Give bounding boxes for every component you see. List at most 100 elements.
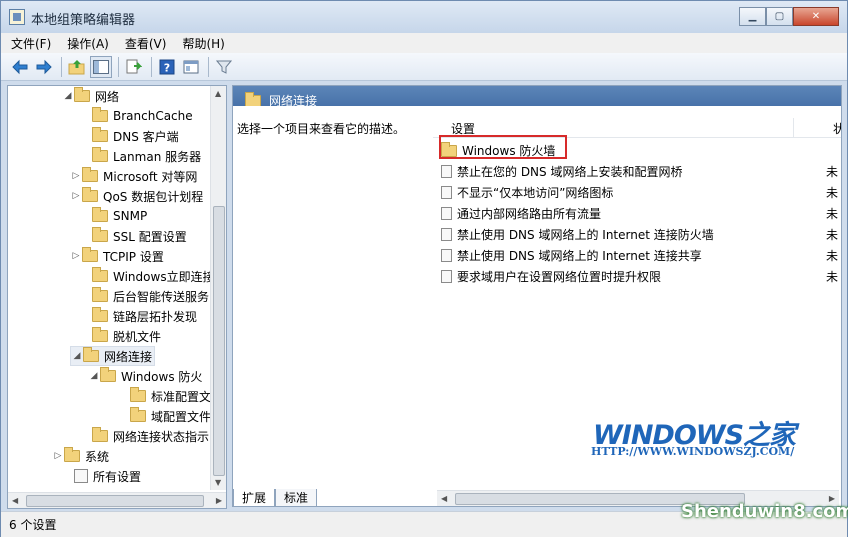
list-item[interactable]: 禁止使用 DNS 域网络上的 Internet 连接防火墙 未 bbox=[441, 224, 841, 245]
tree-item[interactable]: ▷ 系统 bbox=[52, 446, 109, 466]
up-folder-button[interactable] bbox=[66, 56, 88, 78]
minimize-icon: ▁ bbox=[748, 11, 757, 22]
navigation-tree[interactable]: ◢ 网络 BranchCache DNS 客户端 Lanman 服务器 ▷ Microsof… bbox=[7, 85, 227, 509]
tree-item[interactable]: ◢ 网络 bbox=[62, 86, 119, 106]
toolbar-separator bbox=[61, 56, 62, 77]
scroll-down-icon[interactable]: ▼ bbox=[215, 478, 221, 487]
watermark-url: HTTP://WWW.WINDOWSZJ.COM/ bbox=[591, 445, 795, 458]
tree-item[interactable]: ▷ QoS 数据包计划程 bbox=[70, 186, 203, 206]
policy-setting-icon bbox=[441, 207, 452, 220]
export-button[interactable] bbox=[123, 56, 145, 78]
tree-item[interactable]: BranchCache bbox=[80, 106, 193, 126]
list-item[interactable]: 不显示“仅本地访问”网络图标 未 bbox=[441, 182, 841, 203]
window-controls: ▁ ▢ ✕ bbox=[739, 7, 839, 26]
tree-item-label: Windows 防火 bbox=[121, 369, 203, 384]
tree-item-label: SSL 配置设置 bbox=[113, 229, 187, 244]
expand-arrow-icon[interactable]: ▷ bbox=[52, 451, 64, 461]
tree-item[interactable]: 脱机文件 bbox=[80, 326, 161, 346]
filter-icon bbox=[216, 60, 232, 74]
scroll-right-icon[interactable]: ▶ bbox=[216, 496, 222, 505]
tree-item-label: 后台智能传送服务 bbox=[113, 289, 210, 304]
list-item-state: 未 bbox=[826, 249, 839, 263]
expand-arrow-icon[interactable]: ▷ bbox=[70, 251, 82, 261]
scroll-left-icon[interactable]: ◀ bbox=[12, 496, 18, 505]
tree-vertical-scrollbar[interactable]: ▲ ▼ bbox=[210, 86, 226, 490]
back-icon bbox=[12, 59, 28, 74]
list-item[interactable]: 通过内部网络路由所有流量 未 bbox=[441, 203, 841, 224]
expand-arrow-icon[interactable]: ◢ bbox=[88, 371, 100, 381]
folder-icon bbox=[92, 127, 108, 142]
menu-file[interactable]: 文件(F) bbox=[11, 35, 51, 52]
tree-item[interactable]: 域配置文件 bbox=[118, 406, 211, 426]
list-item[interactable]: 禁止在您的 DNS 域网络上安装和配置网桥 未 bbox=[441, 161, 841, 182]
tree-item[interactable]: ◢ 网络连接 bbox=[70, 346, 156, 366]
tree-item-label: 网络连接 bbox=[104, 349, 153, 364]
expand-arrow-icon[interactable]: ▷ bbox=[70, 191, 82, 201]
forward-button[interactable] bbox=[33, 56, 55, 78]
folder-icon bbox=[92, 147, 108, 162]
folder-icon bbox=[100, 367, 116, 382]
tree-vscroll-thumb[interactable] bbox=[213, 206, 225, 476]
tree-item-label: 脱机文件 bbox=[113, 329, 162, 344]
list-item-label: 通过内部网络路由所有流量 bbox=[457, 207, 602, 221]
tree-item[interactable]: SSL 配置设置 bbox=[80, 226, 187, 246]
tree-item-label: QoS 数据包计划程 bbox=[103, 189, 204, 204]
menu-action[interactable]: 操作(A) bbox=[67, 35, 109, 52]
help-icon: ? bbox=[159, 59, 175, 74]
list-item[interactable]: 禁止使用 DNS 域网络上的 Internet 连接共享 未 bbox=[441, 245, 841, 266]
toolbar-separator bbox=[151, 56, 152, 77]
show-hide-tree-icon bbox=[93, 59, 109, 74]
maximize-button[interactable]: ▢ bbox=[766, 7, 793, 26]
title-bar[interactable]: 本地组策略编辑器 ▁ ▢ ✕ bbox=[1, 1, 847, 33]
minimize-button[interactable]: ▁ bbox=[739, 7, 766, 26]
back-button[interactable] bbox=[9, 56, 31, 78]
tree-item[interactable]: ▷ TCPIP 设置 bbox=[70, 246, 164, 266]
folder-icon bbox=[92, 427, 108, 442]
tree-item-label: Microsoft 对等网 bbox=[103, 169, 198, 184]
expand-arrow-icon[interactable]: ▷ bbox=[70, 171, 82, 181]
help-button[interactable]: ? bbox=[156, 56, 178, 78]
tree-item[interactable]: DNS 客户端 bbox=[80, 126, 179, 146]
expand-arrow-icon[interactable]: ◢ bbox=[62, 91, 74, 101]
tree-item[interactable]: ▷ Microsoft 对等网 bbox=[70, 166, 197, 186]
column-divider[interactable] bbox=[793, 118, 794, 138]
policy-setting-icon bbox=[441, 186, 452, 199]
view-tabs: 扩展 标准 bbox=[233, 489, 318, 507]
tab-extended[interactable]: 扩展 bbox=[233, 489, 276, 507]
list-item-label: 不显示“仅本地访问”网络图标 bbox=[457, 186, 614, 200]
tree-item[interactable]: 所有设置 bbox=[62, 466, 141, 486]
maximize-icon: ▢ bbox=[774, 11, 785, 22]
tree-item[interactable]: ◢ Windows 防火 bbox=[88, 366, 202, 386]
properties-button[interactable] bbox=[180, 56, 202, 78]
policy-setting-icon bbox=[441, 228, 452, 241]
close-button[interactable]: ✕ bbox=[793, 7, 839, 26]
show-hide-tree-button[interactable] bbox=[90, 55, 112, 78]
tree-item-label: Lanman 服务器 bbox=[113, 149, 202, 164]
filter-button[interactable] bbox=[213, 56, 235, 78]
tree-item[interactable]: SNMP bbox=[80, 206, 147, 226]
tree-horizontal-scrollbar[interactable]: ◀ ▶ bbox=[8, 492, 226, 508]
tree-item[interactable]: 标准配置文 bbox=[118, 386, 211, 406]
settings-page-icon bbox=[74, 469, 88, 483]
scroll-left-icon[interactable]: ◀ bbox=[441, 494, 447, 503]
site-watermark: Shenduwin8.com bbox=[681, 501, 848, 522]
column-state[interactable]: 状 bbox=[833, 120, 841, 137]
tree-hscroll-thumb[interactable] bbox=[26, 495, 204, 507]
folder-icon bbox=[82, 247, 98, 262]
tree-item[interactable]: 网络连接状态指示 bbox=[80, 426, 209, 446]
list-item-label: 禁止使用 DNS 域网络上的 Internet 连接防火墙 bbox=[457, 228, 714, 242]
status-text: 6 个设置 bbox=[9, 518, 57, 532]
tree-item-label: 域配置文件 bbox=[151, 409, 212, 424]
menu-help[interactable]: 帮助(H) bbox=[182, 35, 224, 52]
tree-item[interactable]: 后台智能传送服务 bbox=[80, 286, 209, 306]
scroll-up-icon[interactable]: ▲ bbox=[215, 89, 221, 98]
menu-view[interactable]: 查看(V) bbox=[125, 35, 167, 52]
tree-item[interactable]: 链路层拓扑发现 bbox=[80, 306, 197, 326]
folder-icon bbox=[64, 447, 80, 462]
tree-item[interactable]: Windows立即连接 bbox=[80, 266, 215, 286]
tab-standard[interactable]: 标准 bbox=[275, 489, 318, 507]
list-item-state: 未 bbox=[826, 207, 839, 221]
expand-arrow-icon[interactable]: ◢ bbox=[71, 351, 83, 361]
tree-item[interactable]: Lanman 服务器 bbox=[80, 146, 201, 166]
list-item[interactable]: 要求域用户在设置网络位置时提升权限 未 bbox=[441, 266, 841, 287]
